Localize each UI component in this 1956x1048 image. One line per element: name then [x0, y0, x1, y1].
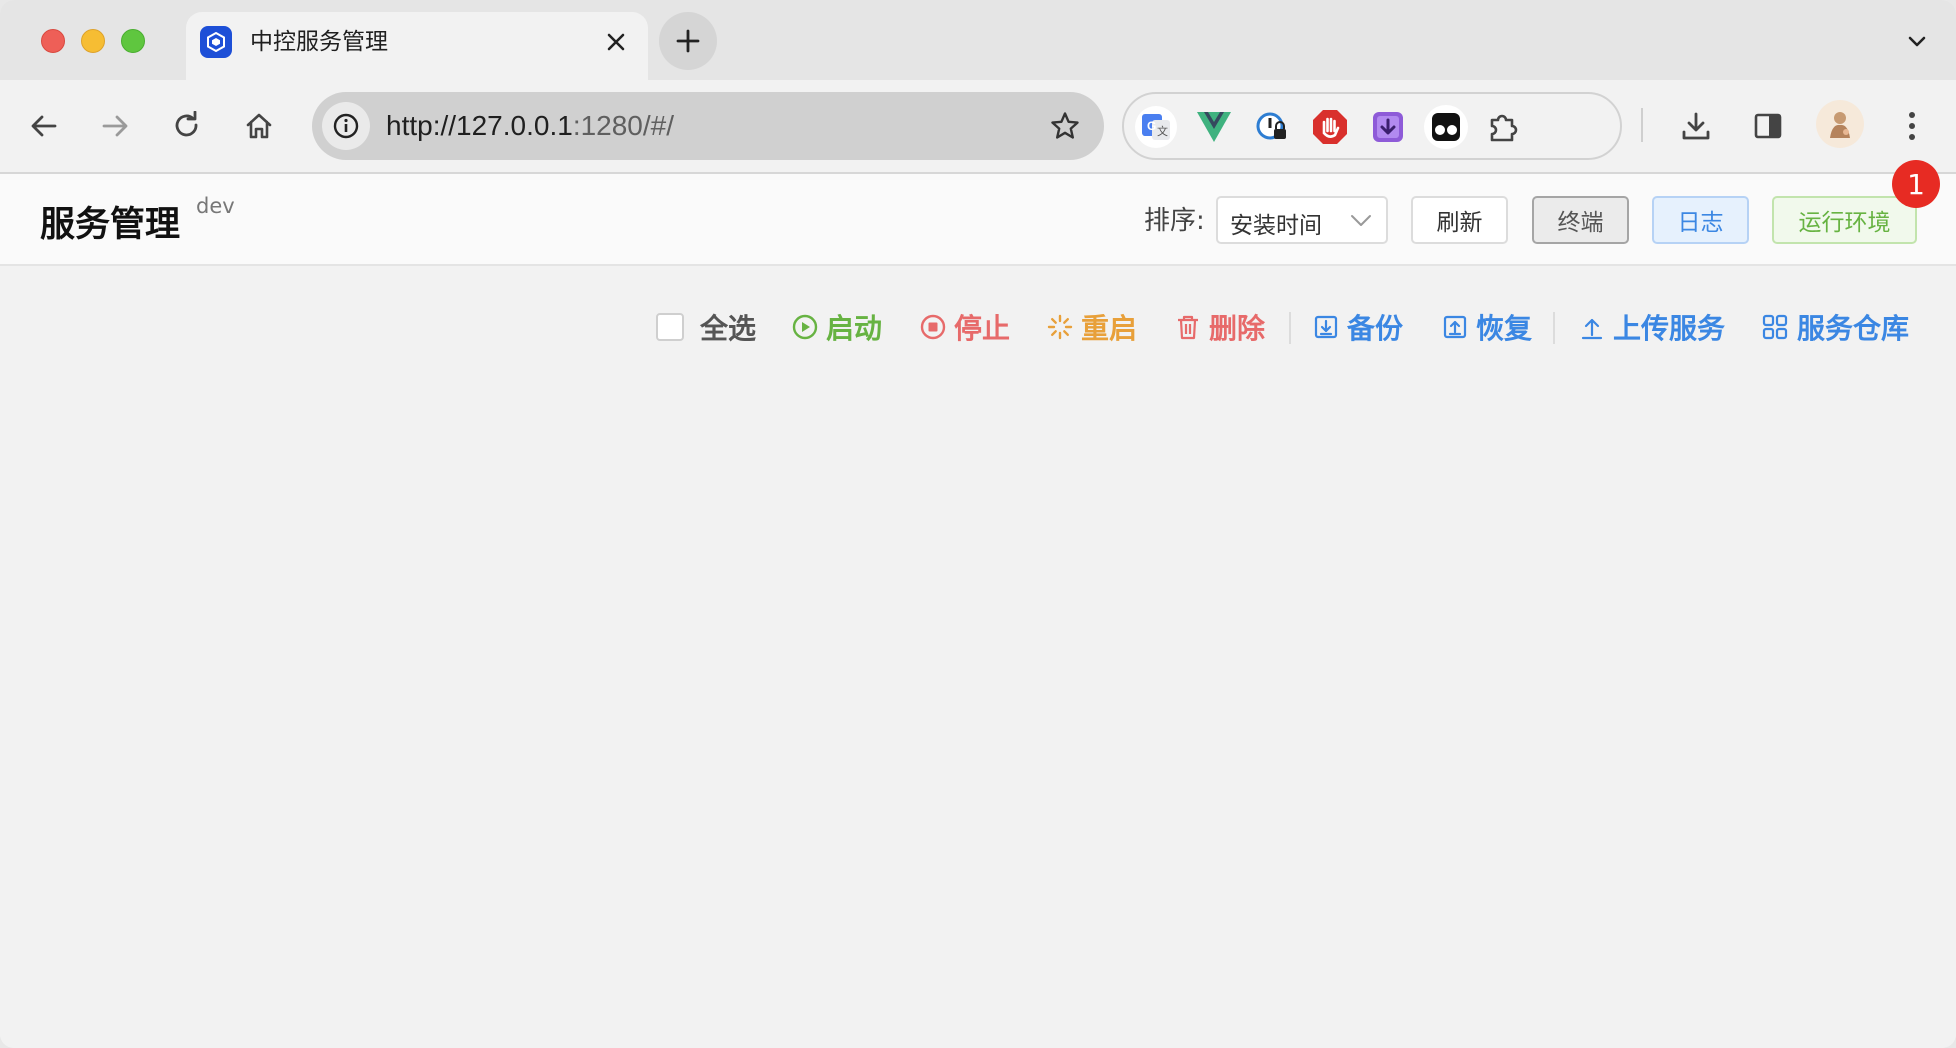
upload-icon	[1581, 318, 1603, 340]
zoom-window-button[interactable]	[121, 29, 145, 53]
url-path: :1280/#/	[572, 110, 675, 141]
close-window-button[interactable]	[41, 29, 65, 53]
backup-button[interactable]: 备份	[1313, 302, 1403, 352]
info-icon[interactable]	[322, 102, 370, 150]
svg-text:文: 文	[1157, 124, 1168, 138]
browser-window: 中控服务管理 http://127.0.0.1:1280/#/ G 文 服务管理…	[0, 0, 1956, 1048]
vue-devtools-icon[interactable]	[1190, 103, 1238, 151]
bookmark-star-icon[interactable]	[1048, 109, 1082, 143]
backup-icon	[1314, 315, 1338, 339]
side-panel-button[interactable]	[1744, 102, 1792, 150]
service-repository-label: 服务仓库	[1797, 312, 1910, 345]
app-favicon-icon	[200, 26, 232, 58]
delete-button[interactable]: 删除	[1175, 302, 1265, 352]
browser-toolbar: http://127.0.0.1:1280/#/ G文	[0, 80, 1956, 174]
batch-actions-bar: 全选 启动 停止 重启 删除 备份 恢复 上传服务 服务仓库	[0, 302, 1956, 352]
google-translate-icon[interactable]: G文	[1132, 103, 1180, 151]
sort-select[interactable]: 安装时间	[1216, 196, 1388, 244]
backup-label: 备份	[1347, 312, 1404, 345]
refresh-button[interactable]: 刷新	[1411, 196, 1508, 244]
sort-select-value: 安装时间	[1230, 213, 1322, 239]
plus-icon	[676, 29, 700, 53]
forward-button[interactable]	[91, 102, 139, 150]
chevron-down-icon	[1351, 215, 1371, 226]
service-repository-button[interactable]: 服务仓库	[1761, 302, 1909, 352]
env-tag: dev	[196, 194, 235, 218]
terminal-button[interactable]: 终端	[1532, 196, 1629, 244]
back-button[interactable]	[20, 102, 68, 150]
action-separator	[1289, 312, 1291, 344]
url-host: http://127.0.0.1	[386, 110, 573, 141]
download-manager-icon[interactable]	[1364, 103, 1412, 151]
download-icon	[1682, 112, 1710, 140]
avatar-icon	[1820, 104, 1860, 144]
tab-search-dropdown[interactable]	[1900, 24, 1934, 58]
browser-tab-active[interactable]: 中控服务管理	[186, 12, 648, 80]
grid-apps-icon	[1762, 314, 1788, 340]
downloads-button[interactable]	[1672, 102, 1720, 150]
forward-arrow-icon	[102, 115, 128, 137]
home-button[interactable]	[235, 102, 283, 150]
upload-service-button[interactable]: 上传服务	[1579, 302, 1725, 352]
home-icon	[246, 113, 272, 139]
upload-service-label: 上传服务	[1613, 312, 1726, 345]
start-label: 启动	[826, 312, 883, 345]
side-panel-icon	[1754, 113, 1782, 139]
start-button[interactable]: 启动	[792, 302, 882, 352]
tampermonkey-icon[interactable]	[1422, 103, 1470, 151]
svg-text:G: G	[1147, 119, 1156, 133]
tab-title: 中控服务管理	[250, 29, 388, 55]
password-manager-icon[interactable]	[1248, 103, 1296, 151]
tab-close-icon[interactable]	[602, 28, 630, 56]
stop-button[interactable]: 停止	[920, 302, 1010, 352]
restart-label: 重启	[1081, 312, 1138, 345]
minimize-window-button[interactable]	[81, 29, 105, 53]
select-all-label: 全选	[700, 312, 757, 345]
page-title: 服务管理	[40, 205, 181, 245]
sort-label: 排序:	[1144, 206, 1205, 236]
browser-menu-button[interactable]	[1888, 102, 1936, 150]
loading-spinner-icon	[1047, 314, 1073, 340]
delete-label: 删除	[1209, 312, 1266, 345]
adblock-icon[interactable]	[1306, 103, 1354, 151]
notification-badge: 1	[1892, 160, 1940, 208]
page-content: 服务管理 dev 排序: 安装时间 刷新 终端 日志 运行环境 全选 启动 停止…	[0, 174, 1956, 1048]
restart-button[interactable]: 重启	[1047, 302, 1137, 352]
logs-button[interactable]: 日志	[1652, 196, 1749, 244]
extensions-group: G文	[1122, 92, 1622, 160]
tab-strip: 中控服务管理	[0, 0, 1956, 80]
address-bar[interactable]: http://127.0.0.1:1280/#/	[312, 92, 1104, 160]
reload-icon	[175, 111, 198, 137]
stop-label: 停止	[954, 312, 1011, 345]
stop-circle-icon	[920, 314, 946, 340]
trash-icon	[1178, 315, 1198, 340]
restore-icon	[1443, 315, 1467, 339]
restore-button[interactable]: 恢复	[1442, 302, 1532, 352]
chevron-down-icon	[1908, 36, 1926, 47]
select-all-checkbox[interactable]: 全选	[656, 302, 756, 352]
url-text[interactable]: http://127.0.0.1:1280/#/	[386, 108, 674, 144]
toolbar-divider	[1641, 108, 1643, 142]
runtime-env-button[interactable]: 运行环境	[1772, 196, 1917, 244]
play-circle-icon	[792, 314, 818, 340]
checkbox[interactable]	[656, 313, 684, 341]
profile-avatar[interactable]	[1816, 100, 1864, 148]
back-arrow-icon	[31, 115, 57, 137]
puzzle-extensions-icon[interactable]	[1480, 103, 1528, 151]
restore-label: 恢复	[1476, 312, 1533, 345]
action-separator	[1553, 312, 1555, 344]
kebab-menu-icon	[1909, 112, 1915, 140]
reload-button[interactable]	[163, 102, 211, 150]
new-tab-button[interactable]	[659, 12, 717, 70]
page-header: 服务管理 dev 排序: 安装时间 刷新 终端 日志 运行环境	[0, 174, 1956, 266]
